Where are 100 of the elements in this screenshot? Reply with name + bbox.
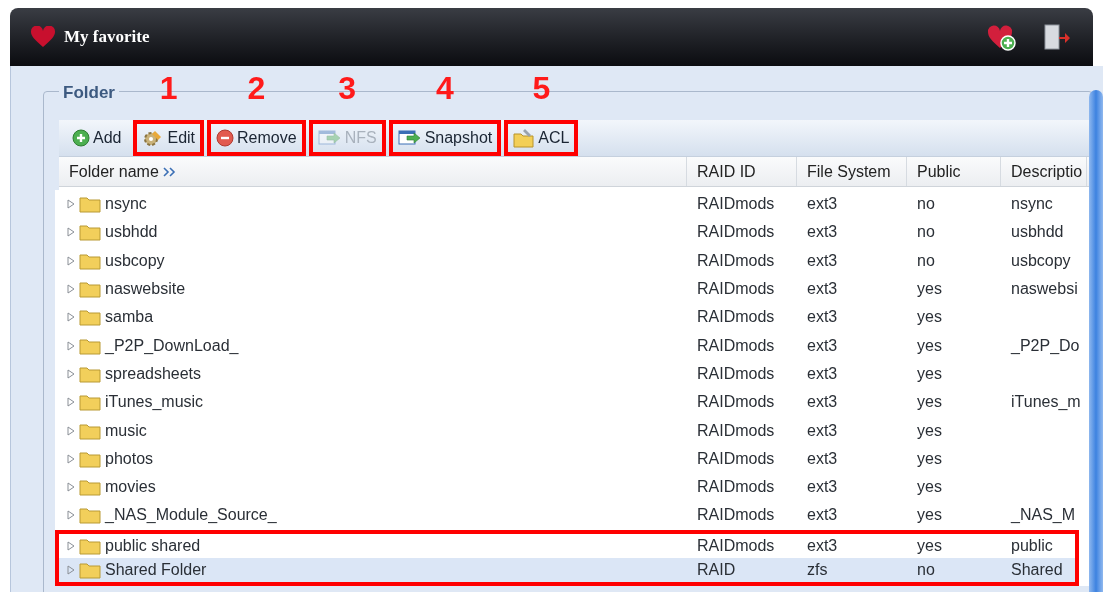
table-cell-text: yes [917, 392, 942, 413]
expand-arrow-icon[interactable] [67, 453, 75, 464]
table-cell-text: music [105, 420, 147, 441]
table-cell-text: _NAS_Module_Source_ [105, 505, 277, 526]
table-cell-text: movies [105, 477, 156, 498]
table-cell-text: ext3 [807, 307, 838, 328]
folder-icon [79, 251, 101, 270]
expand-arrow-icon[interactable] [67, 397, 75, 408]
table-cell-text: ext3 [807, 335, 838, 356]
table-cell-text: ext3 [807, 420, 838, 441]
toolbar-button[interactable]: ACL [504, 120, 579, 156]
column-header[interactable]: File System [797, 157, 907, 186]
expand-arrow-icon[interactable] [67, 284, 75, 295]
column-header[interactable]: Folder name [59, 157, 687, 186]
table-cell-text: no [917, 222, 935, 243]
folder-icon [79, 421, 101, 440]
expand-arrow-icon[interactable] [67, 540, 75, 551]
table-row[interactable]: naswebsite RAIDmods ext3 yes naswebsi [55, 274, 1079, 304]
folder-icon [79, 561, 101, 579]
column-header[interactable]: Descriptio [1001, 157, 1087, 186]
table-cell-text: no [917, 250, 935, 271]
folder-icon [79, 195, 101, 214]
table-cell-text: usbcopy [1011, 250, 1071, 271]
table-cell-text: ext3 [807, 363, 838, 384]
folder-icon [79, 478, 101, 497]
table-cell-text: RAIDmods [697, 250, 775, 271]
table-cell-text: photos [105, 448, 154, 469]
table-cell-text: RAIDmods [697, 392, 775, 413]
table-row[interactable]: _P2P_DownLoad_ RAIDmods ext3 yes _P2P_Do [55, 331, 1079, 360]
table-cell-text: yes [917, 307, 942, 328]
expand-arrow-icon[interactable] [67, 368, 75, 379]
table-cell-text: ext3 [807, 279, 838, 300]
table-cell-text: iTunes_m [1011, 392, 1081, 413]
expand-arrow-icon[interactable] [67, 565, 75, 575]
table-cell-text: RAIDmods [697, 279, 775, 300]
table-cell-text: yes [917, 363, 942, 384]
toolbar-button[interactable]: Add [63, 120, 131, 156]
table-cell-text: Shared Folder [105, 560, 207, 580]
folder-icon [79, 308, 101, 327]
table-cell-text: no [917, 560, 935, 580]
table-cell-text: public shared [105, 535, 201, 556]
toolbar-button[interactable]: Snapshot [388, 120, 502, 156]
folder-icon [79, 336, 101, 355]
table-cell-text: public [1011, 535, 1053, 556]
table-cell-text: usbhdd [105, 222, 158, 243]
table-cell-text: naswebsi [1011, 279, 1078, 300]
window-arrow-icon [317, 129, 342, 147]
toolbar-button[interactable]: Edit [133, 120, 205, 156]
table-cell-text: no [917, 194, 935, 215]
heart-icon [30, 26, 56, 48]
folder-icon [79, 449, 101, 468]
table-cell-text: ext3 [807, 194, 838, 215]
expand-arrow-icon[interactable] [67, 312, 75, 323]
column-header[interactable]: Public [907, 157, 1001, 186]
table-cell-text: yes [917, 448, 942, 469]
folder-icon [79, 223, 101, 242]
callout-number: 4 [436, 72, 454, 104]
plus-icon [72, 129, 90, 147]
table-row[interactable]: public shared RAIDmods ext3 yes public [55, 529, 1079, 558]
callout-number: 5 [532, 72, 551, 104]
double-chevron-icon [162, 166, 177, 177]
table-cell-text: yes [917, 477, 942, 498]
callout-number: 2 [247, 72, 266, 104]
table-cell-text: RAIDmods [697, 335, 775, 356]
folder-icon [79, 280, 101, 299]
toolbar-button[interactable]: Remove [207, 120, 306, 156]
table-cell-text: iTunes_music [105, 392, 204, 413]
minus-icon [216, 129, 235, 147]
table-cell-text: spreadsheets [105, 363, 202, 384]
table-cell-text: zfs [807, 560, 828, 580]
table-row[interactable]: iTunes_music RAIDmods ext3 yes iTunes_m [55, 388, 1079, 417]
expand-arrow-icon[interactable] [67, 482, 75, 493]
window-arrow-icon [397, 129, 422, 147]
table-cell-text: ext3 [807, 535, 838, 556]
expand-arrow-icon[interactable] [67, 425, 75, 436]
table-cell-text: RAIDmods [697, 194, 775, 215]
expand-arrow-icon[interactable] [67, 510, 75, 521]
table-cell-text: RAID [697, 560, 736, 580]
table-cell-text: RAIDmods [697, 222, 775, 243]
table-cell-text: RAIDmods [697, 420, 775, 441]
folder-key-icon [513, 128, 536, 148]
table-cell-text: _P2P_Do [1011, 335, 1080, 356]
table-cell-text: yes [917, 335, 942, 356]
table-row[interactable]: Shared Folder RAID zfs no Shared [55, 557, 1079, 587]
expand-arrow-icon[interactable] [67, 340, 75, 351]
column-header[interactable]: RAID ID [687, 157, 797, 186]
table-cell-text: RAIDmods [697, 363, 775, 384]
table-cell-text: samba [105, 307, 154, 328]
table-cell-text: RAIDmods [697, 448, 775, 469]
table-cell-text: ext3 [807, 505, 838, 526]
folder-icon [79, 393, 101, 412]
callout-number: 1 [159, 72, 178, 104]
expand-arrow-icon[interactable] [67, 199, 75, 210]
table-cell-text: usbcopy [105, 250, 165, 271]
table-cell-text: ext3 [807, 250, 838, 271]
table-cell-text: RAIDmods [697, 477, 775, 498]
folder-icon [79, 536, 101, 555]
expand-arrow-icon[interactable] [67, 227, 75, 238]
expand-arrow-icon[interactable] [67, 255, 75, 266]
table-cell-text: RAIDmods [697, 505, 775, 526]
